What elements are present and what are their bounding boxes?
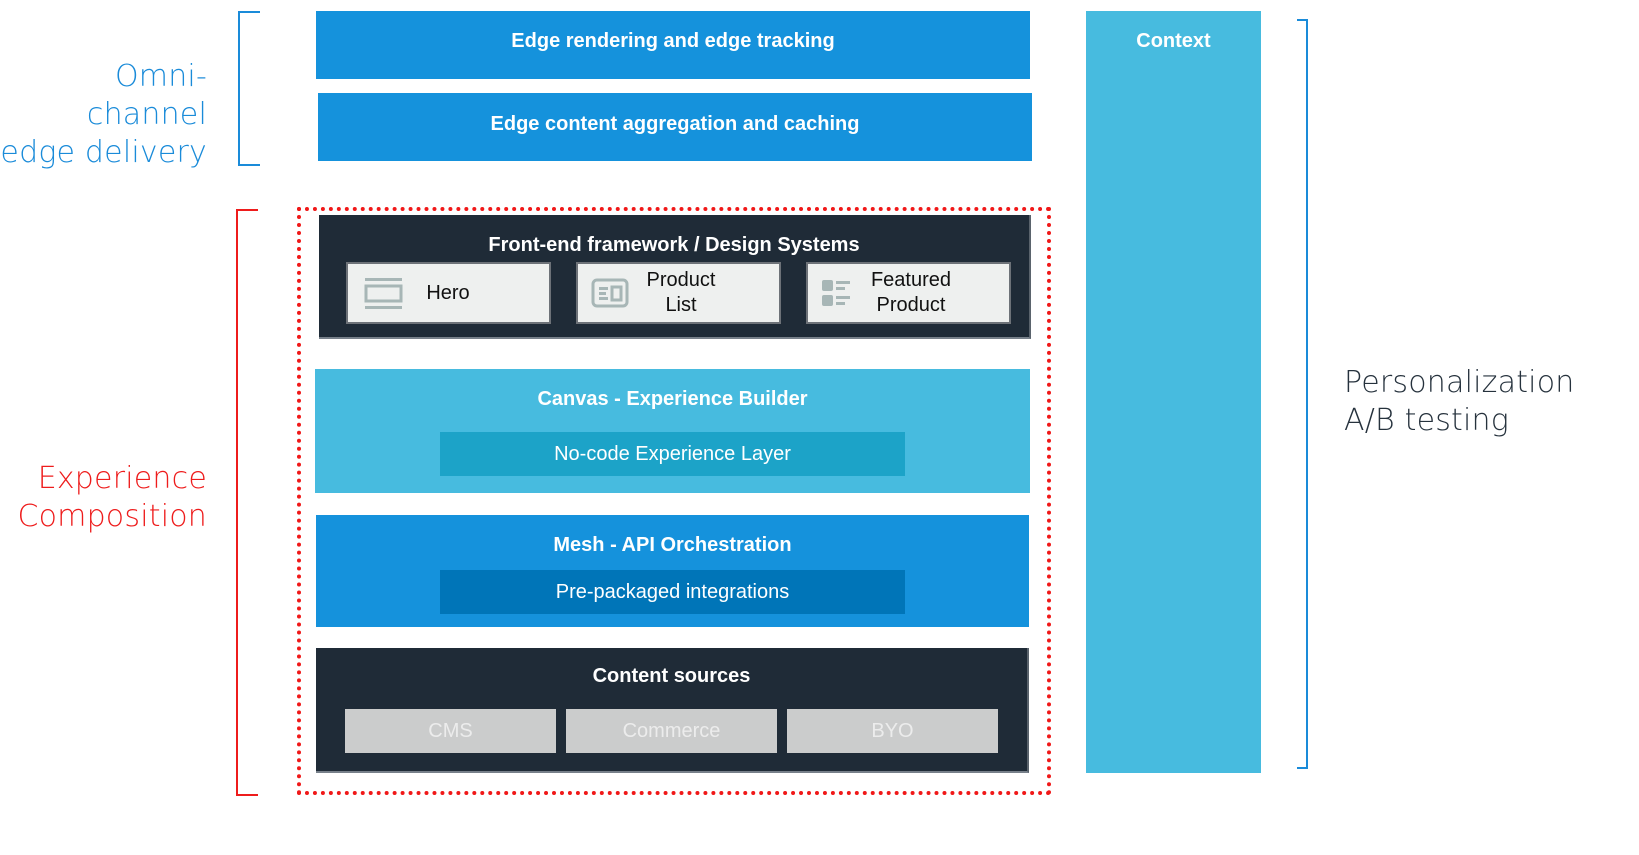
content-sources-layer: Content sources CMS Commerce BYO [316,648,1029,773]
no-code-experience-layer: No-code Experience Layer [440,432,905,476]
edge-delivery-label-line1: Omni-channel [86,59,207,132]
edge-caching-layer: Edge content aggregation and caching [318,93,1032,161]
edge-rendering-layer: Edge rendering and edge tracking [316,11,1030,79]
experience-composition-bracket [236,209,258,796]
component-card-product-list-line2: List [665,294,697,316]
edge-caching-title: Edge content aggregation and caching [490,113,860,135]
component-card-hero: Hero [346,262,551,324]
edge-delivery-label-line2: edge delivery [0,135,207,170]
component-card-featured-product-line2: Product [876,294,946,316]
content-source-byo: BYO [787,709,998,753]
component-card-product-list: Product List [576,262,781,324]
component-card-featured-product: Featured Product [806,262,1011,324]
canvas-title: Canvas - Experience Builder [537,388,808,410]
component-card-featured-product-line1: Featured [870,269,952,291]
edge-rendering-title: Edge rendering and edge tracking [511,30,835,52]
mesh-layer: Mesh - API Orchestration Pre-packaged in… [316,515,1029,627]
pre-packaged-integrations-layer: Pre-packaged integrations [440,570,905,614]
edge-delivery-label: Omni-channel edge delivery [0,58,207,172]
content-source-cms: CMS [345,709,556,753]
personalization-label-line1: Personalization [1344,365,1575,400]
context-title: Context [1136,30,1211,52]
personalization-label: Personalization A/B testing [1344,364,1639,440]
personalization-bracket [1297,19,1308,769]
frontend-framework-title: Front-end framework / Design Systems [488,234,860,256]
component-card-hero-text: Hero [426,282,470,304]
context-column: Context [1086,11,1261,773]
component-card-featured-product-label: Featured Product [856,268,966,318]
component-card-product-list-line1: Product [646,269,716,291]
canvas-layer: Canvas - Experience Builder No-code Expe… [315,369,1030,493]
component-card-product-list-label: Product List [626,268,736,318]
mesh-title: Mesh - API Orchestration [553,534,792,556]
product-list-icon [591,278,629,308]
frontend-framework-layer: Front-end framework / Design Systems Her… [319,215,1031,339]
content-source-commerce: Commerce [566,709,777,753]
featured-product-icon [822,280,850,306]
content-sources-title: Content sources [592,665,751,687]
hero-banner-icon [364,278,403,309]
personalization-label-line2: A/B testing [1344,403,1509,438]
experience-composition-label-line1: Experience [37,461,207,496]
edge-delivery-bracket [238,11,260,166]
component-card-hero-label: Hero [408,281,488,306]
experience-composition-label: Experience Composition [0,460,207,536]
experience-composition-label-line2: Composition [17,499,207,534]
